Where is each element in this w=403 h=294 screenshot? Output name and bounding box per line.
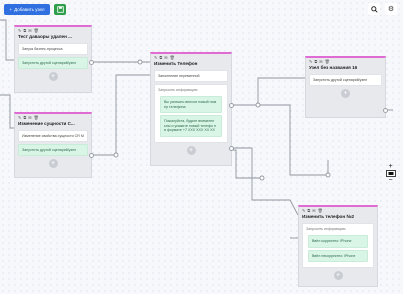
settings-icon-glyph: ⚙ [387,6,395,13]
mail-icon[interactable]: ✉ [319,59,322,64]
wire-joint [325,172,331,178]
copy-icon[interactable]: ⧉ [307,208,310,213]
delete-icon[interactable]: 🗑 [318,208,323,213]
wire-joint [255,102,261,108]
wire-left-to-n1 [0,19,14,61]
node-block-request-info[interactable]: Запросить информацию Вы успешно внесли н… [154,84,228,143]
block-subheading: Запросить информацию [158,88,198,92]
delete-icon[interactable]: 🗑 [170,55,175,60]
wire-n2-to-n3 [92,74,150,156]
copy-icon[interactable]: ⧉ [314,59,317,64]
add-node-label: Добавить узел [14,7,45,12]
node-title: Изменить телефон №2 [302,214,355,219]
message-bubble[interactable]: Ввёл некорректно: iPhone [308,249,368,263]
node-untitled-16[interactable]: ✎ ⧉ ✉ 🗑 Узел без названия 16 Запустить д… [305,56,386,118]
mail-icon[interactable]: ✉ [28,115,31,120]
wire-joint [113,152,119,158]
wire-n3-to-n4 [232,77,305,106]
zoom-controls[interactable]: + − [385,163,396,184]
node-title: Тест даваоры удален ... [18,34,72,39]
node-change-phone[interactable]: ✎ ⧉ ✉ 🗑 Изменить Телефон Заполнение пере… [150,52,232,166]
wire-joint [259,175,265,181]
wire-left-to-n2 [0,94,14,129]
mail-icon[interactable]: ✉ [28,28,31,33]
block-subheading: Запросить информацию [306,227,346,231]
edit-icon[interactable]: ✎ [18,28,21,33]
add-node-button[interactable]: + Добавить узел [4,4,50,15]
copy-icon[interactable]: ⧉ [23,28,26,33]
node-title: Узел без названия 16 [309,65,358,70]
node-block-run-scenario[interactable]: Запустить другой сценарий/узел [18,57,88,69]
output-port[interactable] [89,153,94,158]
save-icon [56,6,64,13]
delete-icon[interactable]: 🗑 [34,28,39,33]
node-title: Изменение сущности С... [18,121,75,126]
zoom-in-button[interactable]: + [388,163,392,170]
output-port[interactable] [89,60,94,65]
plus-icon: + [9,7,13,12]
add-block-button[interactable]: + [48,72,58,81]
output-port[interactable] [383,108,388,113]
wire-joint [137,59,143,65]
settings-icon[interactable]: ⚙ [385,3,397,15]
workflow-canvas[interactable]: + Добавить узел ⚙ ✎ ⧉ ✉ 🗑 Тест даваоры у… [0,0,403,294]
copy-icon[interactable]: ⧉ [159,55,162,60]
wire-n3-down [232,149,262,179]
node-test-deletion[interactable]: ✎ ⧉ ✉ 🗑 Тест даваоры удален ... Запуск б… [14,25,92,93]
message-bubble[interactable]: Вы успешно внесли новый ном ер телефона [160,96,222,114]
delete-icon[interactable]: 🗑 [34,115,39,120]
add-block-button[interactable]: + [333,271,343,281]
node-change-phone-2[interactable]: ✎ ⧉ ✉ 🗑 Изменить телефон №2 Запросить ин… [298,205,378,287]
search-icon[interactable] [368,3,380,15]
add-block-button[interactable]: + [48,159,58,168]
node-block-change-property[interactable]: Изменение свойства сущности CR М [18,130,88,142]
node-change-entity[interactable]: ✎ ⧉ ✉ 🗑 Изменение сущности С... Изменени… [14,112,92,178]
node-title: Изменить Телефон [154,61,198,66]
node-block-run-scenario[interactable]: Запустить другой сценарий/узел [309,74,382,86]
edit-icon[interactable]: ✎ [154,55,157,60]
node-block-fill-variable[interactable]: Заполнение переменной [154,70,228,82]
mail-icon[interactable]: ✉ [164,55,167,60]
delete-icon[interactable]: 🗑 [325,59,330,64]
node-block-start-process[interactable]: Запуск бизнес-процесса [18,43,88,55]
edit-icon[interactable]: ✎ [302,208,305,213]
node-block-request-info[interactable]: Запросить информацию Ввёл корректно: iPh… [302,223,374,269]
add-block-button[interactable]: + [186,145,196,155]
message-bubble[interactable]: Пожалуйста, будьте внимател ьны и укажит… [160,115,222,137]
add-block-button[interactable]: + [341,89,350,98]
edit-icon[interactable]: ✎ [18,115,21,120]
edit-icon[interactable]: ✎ [309,59,312,64]
wire-n3-to-n5 [232,147,299,216]
mail-icon[interactable]: ✉ [312,208,315,213]
copy-icon[interactable]: ⧉ [23,115,26,120]
fit-view-icon[interactable] [385,170,396,177]
node-block-run-scenario[interactable]: Запустить другой сценарий/узел [18,144,88,156]
save-button[interactable] [54,4,66,15]
zoom-out-button[interactable]: − [388,177,392,184]
search-icon-glyph [370,5,378,13]
message-bubble[interactable]: Ввёл корректно: iPhone [308,235,368,248]
output-port[interactable] [229,146,234,151]
output-port[interactable] [229,103,234,108]
